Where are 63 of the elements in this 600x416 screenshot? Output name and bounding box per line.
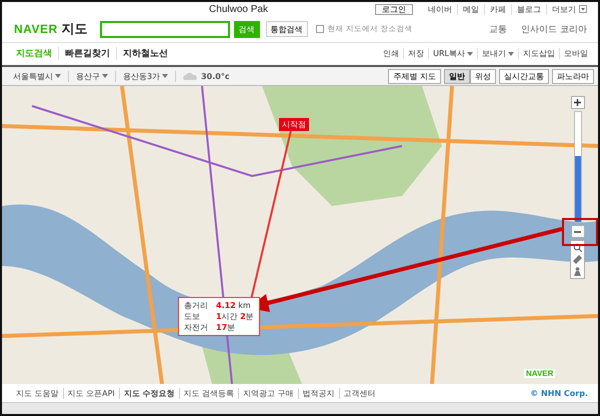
dropdown-icon [579, 5, 587, 13]
service-name: 지도 [62, 21, 88, 38]
footer-link[interactable]: 지도 도움말 [12, 388, 63, 399]
map-logo: NAVER [524, 369, 556, 378]
tool-link[interactable]: 지도삽입 [518, 48, 559, 60]
top-link[interactable]: 블로그 [511, 4, 546, 14]
nav-tab[interactable]: 빠른길찾기 [58, 47, 116, 60]
map-button[interactable]: 실시간교통 [499, 68, 549, 84]
map-mode-button[interactable]: 일반 [444, 68, 470, 84]
window-title: Chulwoo Pak [208, 4, 269, 14]
start-marker[interactable]: 시작점 [279, 118, 309, 132]
tool-link[interactable]: URL복사 [428, 48, 477, 60]
tool-link[interactable]: 저장 [403, 48, 428, 60]
route-value: 4.12 km [216, 300, 252, 312]
header-link[interactable]: 인사이드 코리아 [516, 22, 592, 36]
zoom-in-button[interactable] [570, 96, 584, 110]
horizontal-scrollbar[interactable] [2, 402, 598, 414]
checkbox[interactable] [316, 25, 324, 33]
caret-icon [162, 74, 168, 78]
minus-icon [574, 230, 581, 233]
top-link[interactable]: 카페 [484, 4, 511, 14]
footer-link[interactable]: 지도 검색등록 [178, 388, 238, 399]
route-label: 총거리 [184, 300, 208, 312]
plus-icon [574, 99, 581, 106]
caret-icon [508, 52, 514, 56]
top-link[interactable]: 네이버 [423, 4, 457, 14]
route-label: 자전거 [184, 322, 208, 334]
footer-link[interactable]: 지역광고 구매 [238, 388, 298, 399]
magnifier-icon[interactable] [573, 243, 582, 252]
footer-link[interactable]: 고객센터 [338, 388, 380, 399]
tool-link[interactable]: 인쇄 [379, 48, 404, 60]
breadcrumb-item[interactable]: 용산구 [69, 70, 116, 82]
login-button[interactable]: 로그인 [375, 4, 413, 14]
person-icon[interactable] [573, 267, 582, 276]
footer-link[interactable]: 법적공지 [298, 388, 339, 399]
theme-map-button[interactable]: 주제별 지도 [388, 68, 441, 84]
integrated-search-button[interactable]: 통합검색 [266, 21, 308, 37]
footer-link[interactable]: 지도 오픈API [62, 388, 119, 399]
footer-link[interactable]: 지도 수정요청 [118, 388, 179, 399]
cloud-icon [182, 72, 198, 80]
tool-link[interactable]: 모바일 [559, 48, 592, 60]
top-link[interactable]: 메일 [457, 4, 484, 14]
map-button[interactable]: 파노라마 [552, 68, 594, 84]
ruler-icon[interactable] [573, 255, 582, 264]
caret-icon [55, 74, 61, 78]
route-label: 도보 [184, 311, 201, 322]
zoom-out-button[interactable] [570, 225, 584, 238]
search-field[interactable] [100, 20, 230, 38]
temperature: 30.0°c [201, 72, 230, 81]
caret-icon [467, 52, 473, 56]
caret-icon [102, 74, 108, 78]
header-link[interactable]: 교통 [484, 22, 512, 36]
breadcrumb-item[interactable]: 서울특별시 [6, 70, 69, 82]
route-value: 17분 [216, 322, 236, 334]
route-value: 1시간 2분 [216, 311, 254, 322]
copyright: © NHN Corp. [530, 388, 588, 398]
map-drawing[interactable] [2, 86, 598, 384]
highlight-frame [562, 218, 598, 246]
breadcrumb-item[interactable]: 용산동3가 [116, 70, 176, 82]
map-mode-button[interactable]: 위성 [470, 68, 496, 84]
nav-tab[interactable]: 지하철노선 [116, 47, 174, 60]
top-link[interactable]: 더보기 [546, 4, 592, 14]
tool-link[interactable]: 보내기 [477, 48, 518, 60]
